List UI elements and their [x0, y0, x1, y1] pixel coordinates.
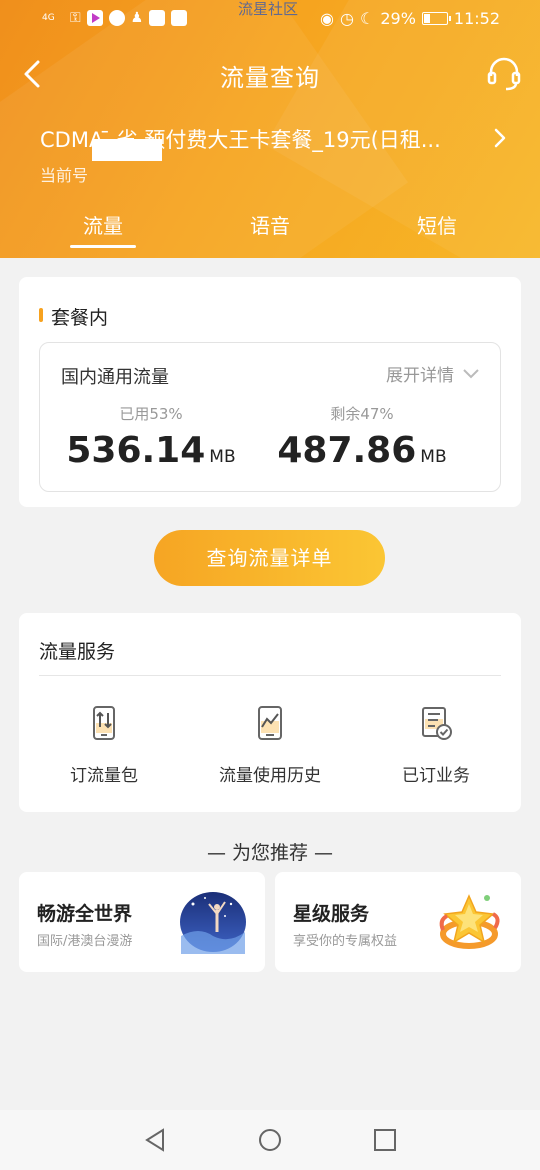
subscribed-list-icon — [422, 707, 452, 740]
customer-service-button[interactable] — [484, 54, 524, 94]
expand-details-button[interactable]: 展开详情 — [386, 361, 480, 386]
recommend-card-roaming[interactable]: 畅游全世界 国际/港澳台漫游 — [19, 872, 265, 972]
back-triangle-icon[interactable] — [141, 1126, 169, 1154]
current-number-label: 当前号 — [40, 166, 89, 185]
used-label: 已用53% — [119, 405, 183, 423]
app-icon — [108, 10, 125, 26]
tab-data[interactable]: 流量 — [43, 210, 163, 248]
service-label: 订流量包 — [70, 766, 138, 786]
tab-voice[interactable]: 语音 — [210, 210, 330, 239]
tab-bar: 流量 语音 短信 — [0, 210, 540, 258]
data-type-label: 国内通用流量 — [61, 367, 169, 388]
clock: 11:52 — [453, 9, 500, 28]
recommend-title: — 为您推荐 — — [206, 842, 334, 864]
recommend-card-star-service[interactable]: 星级服务 享受你的专属权益 — [275, 872, 521, 972]
service-label: 已订业务 — [402, 766, 470, 786]
page-title: 流量查询 — [220, 64, 320, 92]
eye-icon: ◉ — [320, 9, 335, 28]
browser-icon — [149, 10, 166, 26]
status-icons-left: 4G ⚿ ♟ — [42, 10, 188, 26]
recommend-card-subtitle: 国际/港澳台漫游 — [37, 934, 133, 949]
system-navigation-bar — [0, 1110, 540, 1170]
tab-sms[interactable]: 短信 — [377, 210, 497, 239]
key-icon: ⚿ — [70, 10, 81, 26]
remaining-label: 剩余47% — [330, 405, 394, 423]
video-app-icon — [86, 10, 103, 26]
star-illustration — [439, 894, 500, 949]
status-center-text: 流星社区 — [238, 0, 299, 18]
used-value: 536.14 MB — [51, 430, 251, 471]
headset-icon — [487, 57, 521, 91]
phone-data-icon — [93, 706, 115, 740]
used-number: 536.14 — [66, 430, 206, 471]
service-label: 流量使用历史 — [219, 766, 321, 786]
battery-icon — [421, 12, 451, 25]
expand-label: 展开详情 — [386, 366, 454, 386]
divider — [39, 675, 501, 676]
data-usage-box: 国内通用流量 展开详情 已用53% 536.14 MB 剩余47% 487.86 M… — [39, 342, 501, 492]
battery-fill — [423, 14, 430, 23]
remaining-number: 487.86 — [277, 430, 417, 471]
moon-icon: ☾ — [359, 9, 375, 28]
service-subscribed[interactable]: 已订业务 — [351, 705, 521, 786]
usage-chart-icon — [258, 706, 282, 740]
recents-square-icon[interactable] — [371, 1126, 399, 1154]
status-icons-right: ◉ ◷ ☾ 29% 11:52 — [320, 9, 500, 28]
recommend-card-subtitle: 享受你的专属权益 — [293, 934, 398, 949]
redaction-mask — [92, 139, 162, 161]
section-title: 套餐内 — [51, 307, 109, 329]
service-buy-data-pack[interactable]: 订流量包 — [19, 705, 189, 786]
remaining-value: 487.86 MB — [262, 430, 462, 471]
chevron-right-icon — [494, 128, 506, 148]
chevron-down-icon — [463, 368, 479, 378]
account-selector[interactable]: CDMA ̄ 省 预付费大王卡套餐_19元(日租... — [40, 124, 510, 161]
service-usage-history[interactable]: 流量使用历史 — [185, 705, 355, 786]
battery-percent: 29% — [380, 9, 416, 28]
navigation-bar: 流量查询 — [0, 48, 540, 102]
used-stat: 已用53% 536.14 MB — [51, 403, 251, 471]
recommend-card-title: 畅游全世界 — [37, 903, 133, 925]
recommend-card-title: 星级服务 — [293, 903, 370, 925]
section-accent-bar — [39, 308, 43, 322]
unit-label: MB — [209, 447, 236, 467]
package-card: 套餐内 国内通用流量 展开详情 已用53% 536.14 MB 剩余47% 487… — [19, 277, 521, 507]
remaining-stat: 剩余47% 487.86 MB — [262, 403, 462, 471]
header: 4G ⚿ ♟ 流星社区 ◉ ◷ ☾ 29% 11:52 流量查询 CDMA ̄ … — [0, 0, 540, 258]
home-circle-icon[interactable] — [256, 1126, 284, 1154]
status-bar: 4G ⚿ ♟ 流星社区 ◉ ◷ ☾ 29% 11:52 — [0, 0, 540, 40]
signal-indicator: 4G — [42, 12, 55, 23]
query-details-button[interactable]: 查询流量详单 — [154, 530, 385, 586]
services-title: 流量服务 — [39, 641, 116, 663]
unit-label: MB — [420, 447, 447, 467]
qq-icon: ♟ — [130, 10, 144, 26]
app-icon — [171, 10, 188, 26]
alarm-icon: ◷ — [340, 9, 354, 28]
travel-illustration — [180, 892, 246, 954]
services-card: 流量服务 订流量包 流量使用历史 已订业务 — [19, 613, 521, 812]
